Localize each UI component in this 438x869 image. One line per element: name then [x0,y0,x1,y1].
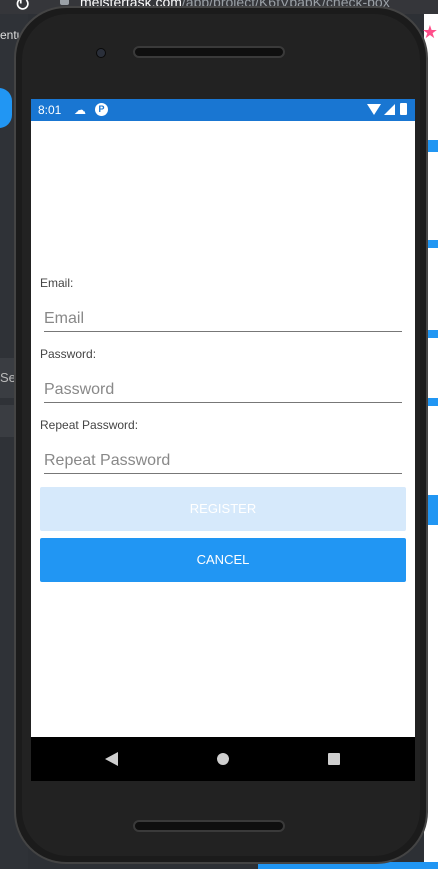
repeat-password-label: Repeat Password: [40,418,139,432]
recents-icon[interactable] [328,753,340,765]
lock-icon [60,0,69,5]
password-field[interactable] [44,377,402,403]
bottom-speaker [133,820,285,832]
home-icon[interactable] [217,753,229,765]
status-bar: 8:01 ☁ P [31,99,415,121]
cloud-icon: ☁ [74,103,86,117]
battery-icon [400,103,407,115]
top-speaker [133,46,285,58]
register-button[interactable]: REGISTER [40,487,406,531]
front-camera [96,48,106,58]
repeat-password-field[interactable] [44,448,402,474]
signal-icon [384,104,395,115]
status-time: 8:01 [38,103,62,117]
notification-p-icon: P [95,103,108,116]
password-label: Password: [40,347,97,361]
android-nav-bar [31,737,415,781]
back-icon[interactable] [105,752,118,766]
email-label: Email: [40,276,74,290]
wifi-icon [367,104,381,115]
cancel-button[interactable]: CANCEL [40,538,406,582]
phone-screen: 8:01 ☁ P Email: Password: Repeat Passwor… [31,99,415,781]
email-field[interactable] [44,306,402,332]
